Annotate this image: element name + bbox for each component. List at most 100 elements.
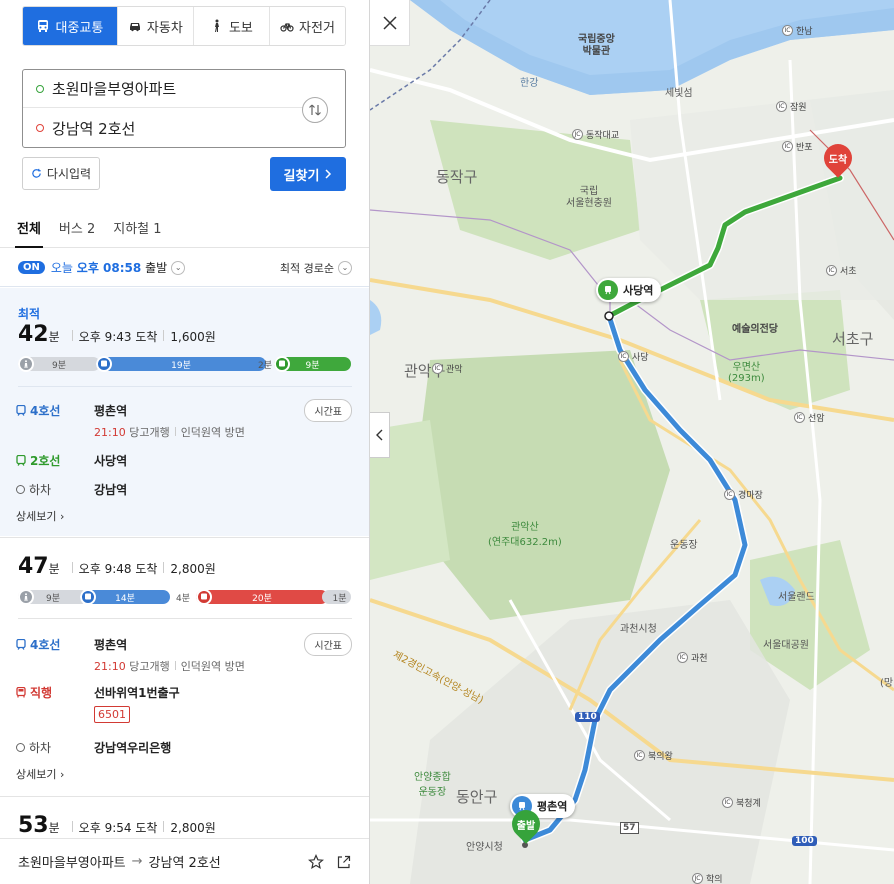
map-label-anyang-hall: 안양시청 [466, 842, 503, 853]
bus-icon [38, 20, 49, 32]
star-icon[interactable] [308, 853, 324, 870]
walk-end-time: 1분 [332, 593, 347, 604]
map-ic-gwanak: IC 관악 [432, 362, 463, 375]
line-name: 하차 [29, 483, 52, 497]
bicycle-icon [280, 23, 294, 32]
origin-text: 초원마을부영아파트 [52, 80, 177, 98]
close-panel-button[interactable] [370, 0, 410, 46]
arrival-time: 오후 9:43 도착 [78, 330, 158, 344]
departure-time-row: ON 오늘 오후 08:58 출발 ⌄ 최적 경로순 ⌄ [0, 249, 369, 287]
route-card[interactable]: 47 분 오후 9:48 도착 2,800원 9분 14분 4분 20분 1분 [0, 538, 369, 796]
bus-time: 20분 [252, 593, 272, 604]
origin-pin-label: 출발 [516, 821, 536, 832]
station-name: 강남역 [94, 483, 128, 497]
map-label-gwanaksan: 관악산 (연주대632.2m) [488, 522, 562, 548]
map-ic-sadang: IC 사당 [618, 350, 649, 363]
map-label-hangang: 한강 [520, 78, 539, 89]
fare: 2,800원 [170, 562, 216, 576]
bus-icon [16, 687, 26, 698]
mode-tab-transit[interactable]: 대중교통 [23, 7, 118, 45]
collapse-panel-button[interactable] [370, 412, 390, 458]
map-ic-bukcheonggye: IC 북청계 [722, 796, 761, 809]
map-jc-hakui: JC 학의 [692, 872, 723, 884]
map-label-seoulland: 서울랜드 [778, 592, 815, 603]
detail-link[interactable]: 상세보기 › [16, 766, 64, 782]
walk-icon [18, 589, 34, 605]
depart-prefix: 오늘 [50, 261, 73, 275]
map-ic-bukuiwang: IC 북의왕 [634, 749, 673, 762]
timetable-button[interactable]: 시간표 [304, 633, 352, 656]
footer-destination: 강남역 2호선 [148, 856, 221, 871]
mode-tab-bicycle[interactable]: 자전거 [269, 7, 345, 45]
route-footer: 초원마을부영아파트 → 강남역 2호선 [0, 838, 369, 884]
swap-route-button[interactable] [302, 97, 328, 123]
tab-bus[interactable]: 버스 2 [59, 210, 95, 247]
station-name: 사당역 [94, 454, 128, 468]
reset-button[interactable]: 다시입력 [22, 157, 100, 190]
route-minutes: 53 [18, 813, 49, 838]
timeline-subway4-segment: 19분 [96, 356, 266, 372]
subway-icon [80, 589, 96, 605]
chevron-down-icon: ⌄ [338, 260, 352, 275]
destination-pin[interactable]: 도착 [818, 138, 858, 178]
minutes-unit: 분 [48, 821, 60, 835]
detail-link[interactable]: 상세보기 › [16, 508, 64, 524]
route-panel: 대중교통 자동차 도보 자전거 초원마을부영아파트 강남역 2호선 다시입력 길… [0, 0, 370, 884]
mode-tab-walk[interactable]: 도보 [193, 7, 270, 45]
map-route-100: 100 [792, 836, 817, 846]
train-direction: 당고개행 [129, 426, 170, 439]
arrival-time: 오후 9:54 도착 [78, 821, 158, 835]
departure-time[interactable]: 오늘 오후 08:58 출발 [51, 259, 167, 276]
chevron-down-icon[interactable]: ⌄ [171, 260, 186, 275]
arrow-right-icon: → [131, 854, 143, 869]
map-ic-gyeongmajang: IC 경마장 [724, 488, 763, 501]
walk-time: 9분 [51, 360, 66, 371]
tab-subway[interactable]: 지하철 1 [113, 210, 161, 247]
station-name: 강남역우리은행 [94, 741, 172, 755]
train-info: 21:10 당고개행 인덕원역 방면 [94, 424, 245, 440]
reset-label: 다시입력 [46, 167, 92, 181]
refresh-icon [32, 168, 41, 178]
train-direction: 당고개행 [129, 660, 170, 673]
route-card[interactable]: 53 분 오후 9:54 도착 2,800원 [0, 797, 369, 838]
map-view[interactable]: 국립중앙 박물관 한강 세빛섬 IC 한남 IC 잠원 IC 반포 JC 동작대교 동작… [370, 0, 894, 884]
map-label-museum: 국립중앙 박물관 [578, 34, 615, 57]
find-route-button[interactable]: 길찾기 [270, 157, 346, 191]
map-route-110: 110 [575, 712, 600, 722]
origin-field[interactable]: 초원마을부영아파트 [23, 70, 305, 108]
line-label: 하차 [16, 481, 51, 498]
train-heading: 인덕원역 방면 [180, 660, 245, 673]
line-name: 4호선 [30, 404, 61, 418]
line-name: 직행 [30, 686, 53, 700]
station-name: 평촌역 [94, 638, 128, 652]
map-station-sadang[interactable]: 사당역 [596, 278, 662, 302]
route-input-box: 초원마을부영아파트 강남역 2호선 [22, 69, 346, 148]
map-ic-banpo: IC 반포 [782, 140, 813, 153]
find-route-label: 길찾기 [283, 168, 320, 184]
sort-dropdown[interactable]: 최적 경로순 ⌄ [280, 260, 352, 276]
map-label-edge: (망 [880, 678, 894, 689]
origin-pin[interactable]: 출발 [506, 804, 546, 844]
minutes-unit: 분 [48, 562, 60, 576]
destination-field[interactable]: 강남역 2호선 [23, 109, 305, 147]
minutes-unit: 분 [48, 330, 60, 344]
share-icon[interactable] [336, 854, 352, 870]
route-card[interactable]: 최적 42 분 오후 9:43 도착 1,600원 9분 19분 2분 9분 4… [0, 288, 369, 536]
train-heading: 인덕원역 방면 [180, 426, 245, 439]
bus-number-badge[interactable]: 6501 [94, 706, 130, 723]
map-label-dongjak-gu: 동작구 [436, 168, 478, 186]
subway-icon [16, 455, 26, 466]
realtime-on-badge[interactable]: ON [18, 261, 45, 274]
subway-icon [598, 280, 618, 300]
station-name: 선바위역1번출구 [94, 686, 180, 700]
subway4-time: 19분 [171, 360, 191, 371]
tab-all[interactable]: 전체 [15, 210, 43, 248]
detail-label: 상세보기 [16, 768, 57, 781]
mode-tab-car[interactable]: 자동차 [117, 7, 194, 45]
station-name: 평촌역 [94, 404, 128, 418]
line-label: 직행 [16, 684, 52, 701]
subway-icon [274, 356, 290, 372]
timetable-button[interactable]: 시간표 [304, 399, 352, 422]
route-timeline: 9분 14분 4분 20분 1분 [18, 589, 351, 605]
map-label-anyang-sports: 안양종합 운동장 [414, 772, 451, 798]
